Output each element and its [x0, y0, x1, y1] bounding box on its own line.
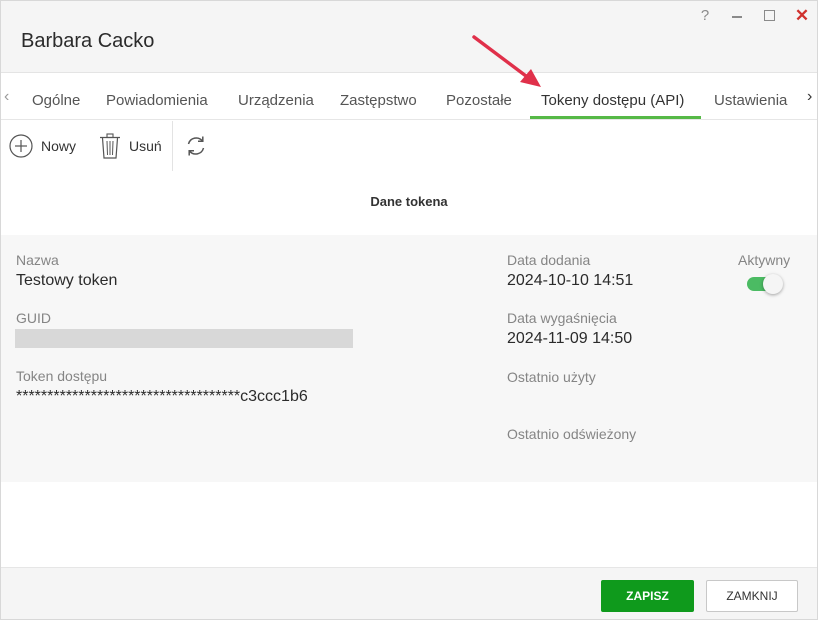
new-button-label: Nowy [41, 138, 77, 154]
maximize-icon [764, 10, 775, 21]
tab-devices[interactable]: Urządzenia [238, 92, 314, 109]
delete-button[interactable]: Usuń [99, 133, 162, 159]
toolbar: Nowy Usuń [1, 120, 817, 172]
close-dialog-button[interactable]: ZAMKNIJ [706, 580, 798, 612]
guid-value-redacted [15, 329, 353, 348]
help-button[interactable]: ? [695, 6, 715, 26]
dialog-footer: ZAPISZ ZAMKNIJ [1, 567, 817, 619]
last-refreshed-label: Ostatnio odświeżony [507, 426, 637, 442]
dialog-header: Barbara Cacko ? ✕ [1, 1, 817, 73]
save-button[interactable]: ZAPISZ [601, 580, 694, 612]
user-dialog: Barbara Cacko ? ✕ ‹ Ogólne Powiadomienia… [0, 0, 818, 620]
refresh-button[interactable] [185, 133, 207, 159]
access-token-label: Token dostępu [16, 368, 108, 384]
delete-button-label: Usuń [129, 138, 162, 154]
name-value: Testowy token [16, 272, 118, 289]
refresh-icon [187, 136, 205, 156]
plus-circle-icon [9, 134, 33, 158]
section-title: Dane tokena [370, 194, 448, 209]
trash-icon [100, 133, 120, 159]
minimize-button[interactable] [727, 6, 747, 26]
tabs-scroll-right-icon[interactable]: › [807, 88, 812, 106]
tabs-scroll-left-icon[interactable]: ‹ [4, 88, 9, 106]
active-toggle-knob [763, 274, 783, 294]
last-used-label: Ostatnio użyty [507, 369, 596, 385]
minimize-icon [732, 16, 742, 18]
expiry-date-value: 2024-11-09 14:50 [507, 330, 633, 347]
token-details-panel: Nazwa Testowy token GUID Token dostępu *… [1, 235, 817, 482]
tab-general[interactable]: Ogólne [32, 92, 80, 109]
date-added-value: 2024-10-10 14:51 [507, 272, 634, 289]
access-token-value: ************************************c3cc… [16, 388, 308, 405]
tab-bar: ‹ Ogólne Powiadomienia Urządzenia Zastęp… [1, 73, 817, 120]
toolbar-divider [172, 121, 173, 171]
tab-api-tokens[interactable]: Tokeny dostępu (API) [541, 92, 684, 109]
guid-label: GUID [16, 310, 51, 326]
active-label: Aktywny [738, 252, 791, 268]
name-label: Nazwa [16, 252, 59, 268]
active-tab-indicator [530, 116, 701, 119]
close-button[interactable]: ✕ [792, 6, 812, 26]
dialog-title: Barbara Cacko [21, 30, 155, 52]
new-button[interactable]: Nowy [9, 133, 76, 159]
expiry-date-label: Data wygaśnięcia [507, 310, 617, 326]
tab-notifications[interactable]: Powiadomienia [106, 92, 208, 109]
tab-settings[interactable]: Ustawienia [714, 92, 787, 109]
active-toggle[interactable] [747, 274, 783, 294]
date-added-label: Data dodania [507, 252, 591, 268]
tab-substitution[interactable]: Zastępstwo [340, 92, 417, 109]
tab-other[interactable]: Pozostałe [446, 92, 512, 109]
maximize-button[interactable] [760, 6, 780, 26]
